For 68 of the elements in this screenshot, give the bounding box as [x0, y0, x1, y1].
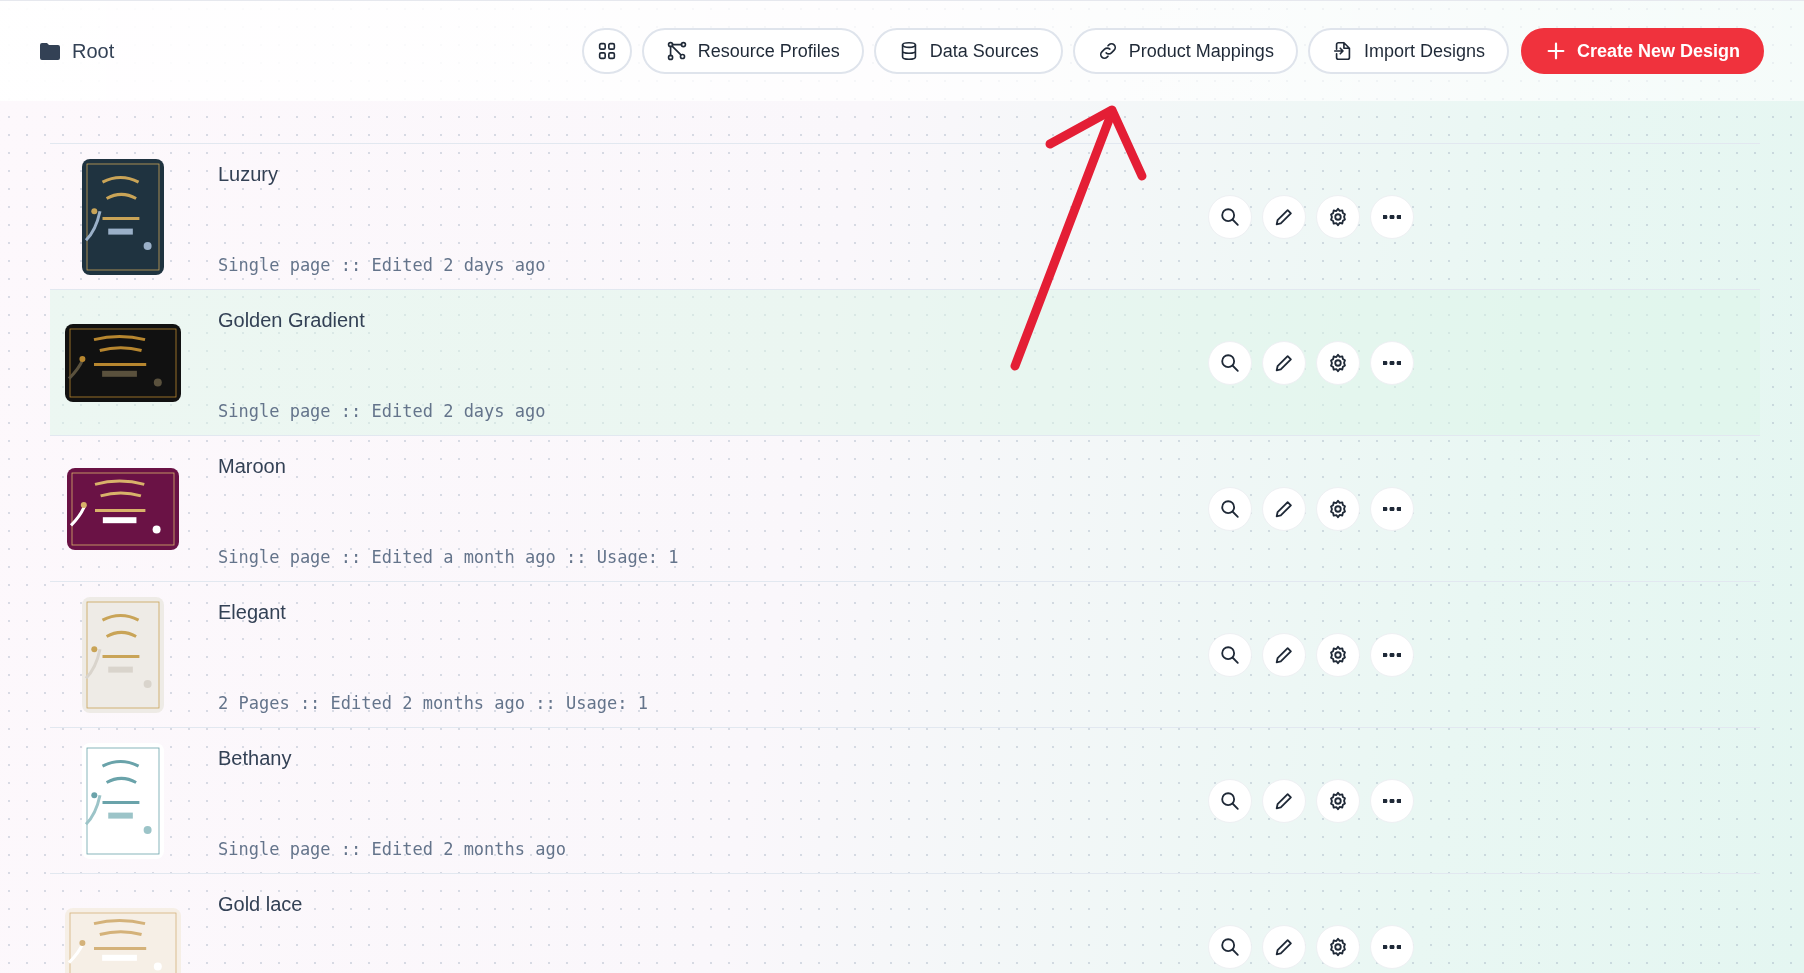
- more-icon: [1383, 214, 1401, 219]
- design-name: Maroon: [218, 454, 287, 478]
- search-icon: [1219, 205, 1241, 228]
- nodes-icon: [665, 40, 688, 62]
- folder-icon: [40, 42, 60, 60]
- breadcrumb-link[interactable]: Root: [72, 39, 115, 63]
- settings-icon: [1327, 935, 1349, 958]
- search-button[interactable]: [1208, 486, 1252, 531]
- design-row[interactable]: Gold lace: [50, 874, 1760, 973]
- toolbar-button[interactable]: Import Designs: [1307, 28, 1509, 74]
- design-meta: 2 Pages :: Edited 2 months ago :: Usage: 1: [218, 692, 649, 713]
- toolbar-button[interactable]: Product Mappings: [1072, 28, 1298, 74]
- toolbar-button[interactable]: Resource Profiles: [641, 28, 864, 74]
- settings-icon: [1327, 351, 1349, 374]
- settings-button[interactable]: [1316, 924, 1360, 969]
- settings-icon: [1327, 643, 1349, 666]
- settings-icon: [1327, 497, 1349, 520]
- edit-button[interactable]: [1262, 486, 1306, 531]
- more-button[interactable]: [1370, 340, 1414, 385]
- design-meta: Single page :: Edited a month ago :: Usage: 1: [218, 546, 680, 567]
- settings-button[interactable]: [1316, 486, 1360, 531]
- more-icon: [1383, 944, 1401, 949]
- create-button[interactable]: Create New Design: [1520, 28, 1764, 74]
- settings-button[interactable]: [1316, 340, 1360, 385]
- design-row[interactable]: Maroon Single page :: Edited a month ago :: Usage: 1: [50, 436, 1760, 582]
- toolbar-button[interactable]: Data Sources: [873, 28, 1063, 74]
- settings-button[interactable]: [1316, 194, 1360, 239]
- more-button[interactable]: [1370, 778, 1414, 823]
- design-meta: Single page :: Edited 2 months ago: [218, 838, 567, 859]
- design-name: Golden Gradient: [218, 308, 366, 332]
- design-name: Bethany: [218, 746, 293, 770]
- design-row[interactable]: Bethany Single page :: Edited 2 months ago: [50, 728, 1760, 874]
- more-button[interactable]: [1370, 924, 1414, 969]
- design-meta: Single page :: Edited 2 days ago: [218, 254, 547, 275]
- edit-button[interactable]: [1262, 924, 1306, 969]
- search-button[interactable]: [1208, 340, 1252, 385]
- settings-icon: [1327, 205, 1349, 228]
- more-button[interactable]: [1370, 194, 1414, 239]
- design-name: Luzury: [218, 162, 280, 186]
- search-icon: [1219, 935, 1241, 958]
- search-button[interactable]: [1208, 778, 1252, 823]
- grid-view-button[interactable]: [581, 28, 632, 74]
- search-icon: [1219, 351, 1241, 374]
- search-button[interactable]: [1208, 632, 1252, 677]
- more-icon: [1383, 652, 1401, 657]
- search-button[interactable]: [1208, 924, 1252, 969]
- design-row[interactable]: Golden Gradient Single page :: Edited 2 days ago: [50, 290, 1760, 436]
- edit-button[interactable]: [1262, 778, 1306, 823]
- design-name: Elegant: [218, 600, 287, 624]
- settings-icon: [1327, 789, 1349, 812]
- design-meta: Single page :: Edited 2 days ago: [218, 400, 547, 421]
- design-name: Gold lace: [218, 892, 304, 916]
- more-button[interactable]: [1370, 486, 1414, 531]
- more-icon: [1383, 506, 1401, 511]
- edit-button[interactable]: [1262, 194, 1306, 239]
- design-row[interactable]: Elegant 2 Pages :: Edited 2 months ago :: Usage: 1: [50, 582, 1760, 728]
- more-icon: [1383, 360, 1401, 365]
- search-icon: [1219, 643, 1241, 666]
- edit-button[interactable]: [1262, 340, 1306, 385]
- edit-button[interactable]: [1262, 632, 1306, 677]
- search-button[interactable]: [1208, 194, 1252, 239]
- search-icon: [1219, 497, 1241, 520]
- design-row[interactable]: Luzury Single page :: Edited 2 days ago: [50, 144, 1760, 290]
- search-icon: [1219, 789, 1241, 812]
- settings-button[interactable]: [1316, 632, 1360, 677]
- more-button[interactable]: [1370, 632, 1414, 677]
- more-icon: [1383, 798, 1401, 803]
- settings-button[interactable]: [1316, 778, 1360, 823]
